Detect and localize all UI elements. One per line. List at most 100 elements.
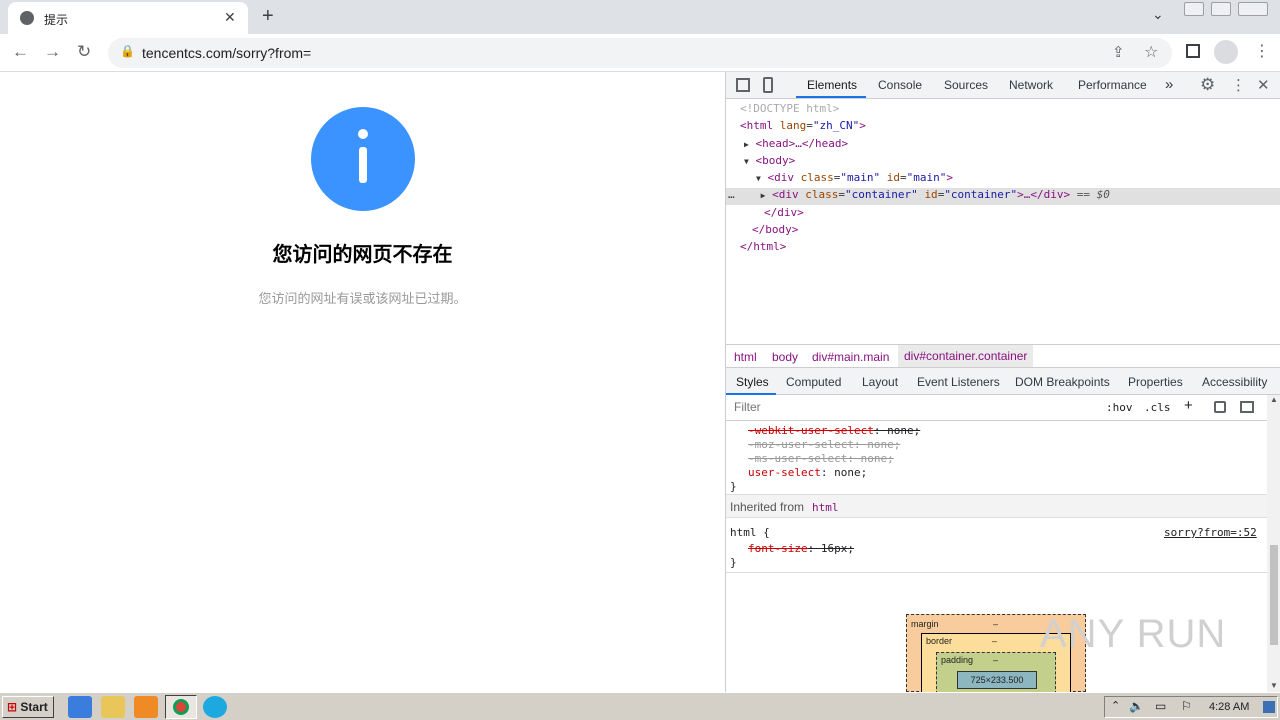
tab-properties[interactable]: Properties [1128, 375, 1183, 389]
tab-accessibility[interactable]: Accessibility [1202, 375, 1267, 389]
windows-logo-icon: ⊞ [7, 700, 18, 714]
inherited-header: Inherited from html [726, 494, 1267, 518]
tab-performance[interactable]: Performance [1078, 78, 1147, 92]
browser-titlebar: 提示 ✕ + ⌄ [0, 0, 1280, 34]
collapse-triangle-icon[interactable]: ▼ [744, 157, 749, 166]
styles-filter-input[interactable]: Filter [730, 398, 1096, 418]
info-icon-bar [359, 147, 367, 183]
tab-title: 提示 [44, 13, 69, 27]
chrome-menu-icon[interactable]: ⋮ [1254, 41, 1270, 61]
collapse-triangle-icon[interactable]: ▼ [756, 174, 761, 183]
action-center-flag-icon[interactable]: ⚐ [1181, 699, 1192, 713]
devtools-close-icon[interactable]: ✕ [1257, 76, 1270, 94]
volume-icon[interactable]: 🔈 [1129, 699, 1144, 713]
tree-line-body-close[interactable]: </body> [726, 223, 1280, 240]
reload-icon[interactable]: ↻ [77, 42, 91, 62]
devtools-menu-icon[interactable]: ⋮ [1231, 76, 1246, 94]
new-tab-button[interactable]: + [262, 5, 274, 28]
browser-tab[interactable]: 提示 ✕ [8, 2, 248, 34]
settings-gear-icon[interactable]: ⚙ [1200, 75, 1215, 95]
network-icon[interactable]: ▭ [1155, 699, 1166, 713]
system-tray: ⌃ 🔈 ▭ ⚐ 4:28 AM [1104, 696, 1278, 718]
tree-line-doctype[interactable]: <!DOCTYPE html> [726, 102, 1280, 119]
style-decl-ms[interactable]: -ms-user-select: none; [748, 452, 894, 465]
device-toggle-icon[interactable] [763, 77, 773, 93]
address-bar[interactable]: 🔒 tencentcs.com/sorry?from= ⇪ ☆ [108, 38, 1172, 68]
tree-line-html-close[interactable]: </html> [726, 240, 1280, 257]
expand-triangle-icon[interactable]: ▶ [761, 191, 766, 200]
tree-line-body[interactable]: ▼ <body> [726, 154, 1280, 171]
info-icon [311, 107, 415, 211]
tab-layout[interactable]: Layout [862, 375, 898, 389]
tree-line-main[interactable]: ▼ <div class="main" id="main"> [726, 171, 1280, 188]
scroll-up-arrow-icon[interactable]: ▲ [1270, 395, 1278, 404]
tab-dom-breakpoints[interactable]: DOM Breakpoints [1015, 375, 1110, 389]
cls-toggle[interactable]: .cls [1144, 401, 1171, 414]
style-decl-webkit[interactable]: -webkit-user-select: none; [748, 424, 920, 437]
breadcrumb-html[interactable]: html [734, 350, 757, 364]
more-tabs-icon[interactable]: » [1165, 76, 1173, 93]
inherited-label: Inherited from [730, 500, 805, 514]
explorer-folder-icon[interactable] [101, 696, 125, 718]
tree-line-head[interactable]: ▶ <head>…</head> [726, 137, 1280, 154]
tray-expand-icon[interactable]: ⌃ [1111, 699, 1120, 712]
breadcrumb-div-main[interactable]: div#main.main [812, 350, 889, 364]
box-model-padding-dash: – [993, 655, 999, 665]
style-decl-moz[interactable]: -moz-user-select: none; [748, 438, 900, 451]
box-model-padding-label: padding [941, 655, 974, 665]
profile-avatar-icon[interactable] [1214, 40, 1238, 64]
ie-icon[interactable] [68, 696, 92, 718]
hov-toggle[interactable]: :hov [1106, 401, 1133, 414]
tree-line-html[interactable]: <html lang="zh_CN"> [726, 119, 1280, 136]
show-desktop-icon[interactable] [1263, 701, 1275, 713]
anyrun-watermark: ANY RUN [1040, 612, 1227, 656]
start-button[interactable]: ⊞ Start [2, 696, 54, 718]
chrome-taskbar-button[interactable] [165, 695, 197, 719]
tab-sources[interactable]: Sources [944, 78, 988, 92]
style-decl-user-select[interactable]: user-select: none; [748, 466, 867, 479]
tab-close-icon[interactable]: ✕ [224, 9, 236, 26]
tab-search-chevron-icon[interactable]: ⌄ [1152, 6, 1164, 23]
tree-line-div-close[interactable]: </div> [726, 206, 1280, 223]
box-model-margin-dash: – [993, 619, 999, 629]
expand-triangle-icon[interactable]: ▶ [744, 140, 749, 149]
tab-elements[interactable]: Elements [807, 78, 857, 92]
new-rule-plus-icon[interactable]: + [1184, 397, 1193, 414]
back-arrow-icon[interactable]: ← [12, 42, 29, 62]
tab-console[interactable]: Console [878, 78, 922, 92]
page-subtext: 您访问的网址有误或该网址已过期。 [258, 291, 467, 306]
box-model-content[interactable]: 725×233.500 [957, 671, 1037, 689]
paint-toggle-icon[interactable] [1214, 401, 1226, 413]
tree-line-container-selected[interactable]: … ▶ <div class="container" id="container"… [726, 188, 1280, 205]
share-icon[interactable]: ⇪ [1112, 43, 1125, 61]
address-url[interactable]: tencentcs.com/sorry?from= [142, 45, 311, 61]
scroll-down-arrow-icon[interactable]: ▼ [1270, 681, 1278, 690]
devtools-panel: Elements Console Sources Network Perform… [725, 72, 1280, 694]
forward-arrow-icon[interactable]: → [44, 42, 61, 62]
styles-scrollbar[interactable]: ▲ ▼ [1267, 395, 1280, 692]
media-player-icon[interactable] [134, 696, 158, 718]
tab-network[interactable]: Network [1009, 78, 1053, 92]
browser-toolbar: ← → ↻ 🔒 tencentcs.com/sorry?from= ⇪ ☆ ⋮ [0, 34, 1280, 72]
inherited-tag[interactable]: html [812, 501, 839, 514]
tab-computed[interactable]: Computed [786, 375, 841, 389]
edge-icon[interactable] [203, 696, 227, 718]
html-rule-source-link[interactable]: sorry?from=:52 [1164, 526, 1257, 539]
close-window-button[interactable] [1238, 2, 1268, 16]
active-tab-underline [796, 96, 866, 98]
scrollbar-thumb[interactable] [1270, 545, 1278, 645]
tab-event-listeners[interactable]: Event Listeners [917, 375, 1000, 389]
style-decl-font-size[interactable]: font-size: 16px; [748, 542, 854, 555]
restore-button[interactable] [1211, 2, 1231, 16]
side-panel-icon[interactable] [1186, 44, 1200, 58]
breadcrumb-div-container[interactable]: div#container.container [898, 345, 1034, 367]
clock[interactable]: 4:28 AM [1209, 701, 1249, 713]
sidebar-toggle-icon[interactable] [1240, 401, 1254, 413]
bookmark-star-icon[interactable]: ☆ [1144, 42, 1158, 62]
breadcrumb-body[interactable]: body [772, 350, 798, 364]
minimize-button[interactable] [1184, 2, 1204, 16]
inspect-element-icon[interactable] [736, 78, 750, 92]
tab-styles[interactable]: Styles [736, 375, 769, 389]
box-model-margin-label: margin [911, 619, 939, 629]
info-icon-dot [358, 129, 368, 139]
